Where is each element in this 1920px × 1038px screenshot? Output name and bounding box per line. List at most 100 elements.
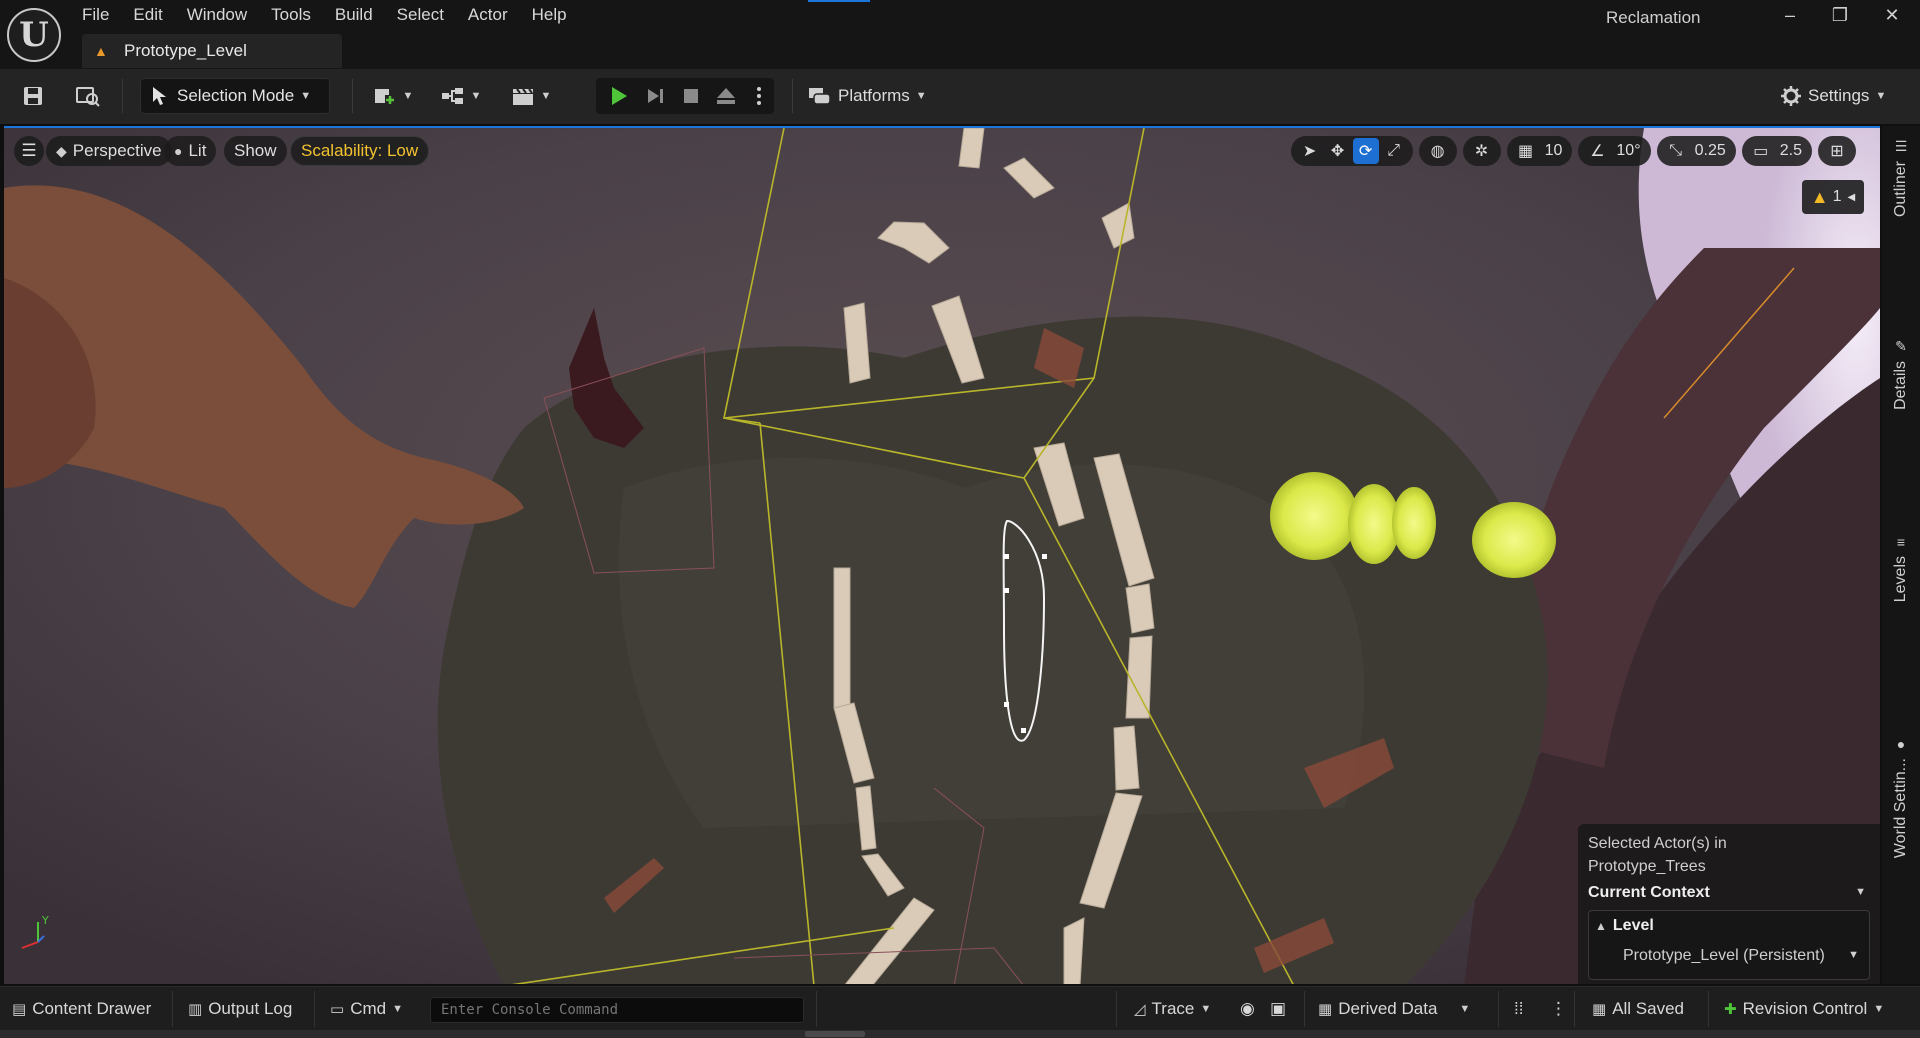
- all-saved-button[interactable]: ▦ All Saved: [1592, 993, 1684, 1025]
- selected-actors-folder: Prototype_Trees: [1588, 858, 1706, 875]
- rotate-tool-icon[interactable]: ⟳: [1352, 138, 1379, 164]
- collapse-caret-icon[interactable]: ▼: [1855, 886, 1866, 898]
- side-panel-tabs: ☰ Outliner ✎ Details ≡ Levels ● World Se…: [1882, 126, 1920, 984]
- surface-snap-group: ✲: [1462, 136, 1501, 166]
- menu-file[interactable]: File: [70, 4, 121, 30]
- browse-icon[interactable]: [70, 78, 106, 114]
- trace-dropdown[interactable]: ◿ Trace ▼: [1134, 993, 1211, 1025]
- scalability-label: Scalability: Low: [301, 141, 419, 160]
- camera-speed-group[interactable]: ▭ 2.5: [1741, 136, 1812, 166]
- perspective-dropdown[interactable]: ◆ Perspective: [46, 136, 172, 166]
- coordinate-system-group: ◍: [1418, 136, 1457, 166]
- cube-icon: ◆: [56, 142, 67, 159]
- rotation-snap-group[interactable]: ∠ 10°: [1578, 136, 1651, 166]
- menu-select[interactable]: Select: [385, 4, 456, 30]
- close-icon[interactable]: ✕: [1872, 2, 1912, 28]
- chevron-down-icon: ▼: [1200, 1003, 1212, 1015]
- chevron-down-icon: ▼: [1848, 949, 1859, 961]
- minimize-icon[interactable]: –: [1770, 2, 1810, 28]
- transform-mode-group: ➤ ✥ ⟳ ⤢: [1290, 136, 1413, 166]
- unreal-logo-icon[interactable]: U: [7, 8, 61, 62]
- add-actor-icon: [374, 89, 395, 105]
- level-tab[interactable]: ▲ Prototype_Level: [82, 34, 342, 68]
- resize-handle[interactable]: [805, 1031, 865, 1037]
- platforms-label: Platforms: [838, 86, 910, 105]
- main-toolbar: Selection Mode ▼ ▼ ▼ ▼ Platforms ▼ Setti…: [0, 69, 1920, 124]
- menu-window[interactable]: Window: [175, 4, 259, 30]
- menu-edit[interactable]: Edit: [121, 4, 174, 30]
- menu-build[interactable]: Build: [323, 4, 385, 30]
- record-icon[interactable]: ◉: [1240, 993, 1255, 1025]
- settings-label: Settings: [1808, 86, 1870, 105]
- play-icon[interactable]: [604, 78, 634, 114]
- menu-bar: File Edit Window Tools Build Select Acto…: [70, 4, 579, 30]
- scale-snap-icon: ⤡: [1669, 142, 1683, 159]
- output-log-button[interactable]: ▥ Output Log: [188, 993, 292, 1025]
- content-drawer-button[interactable]: ▤ Content Drawer: [12, 993, 151, 1025]
- level-tab-label: Prototype_Level: [124, 41, 247, 60]
- surface-snap-icon[interactable]: ✲: [1469, 138, 1495, 164]
- platforms-icon: [809, 88, 831, 105]
- tab-world-settings[interactable]: ● World Settin...: [1882, 736, 1920, 858]
- grid-size-value: 10: [1544, 142, 1563, 159]
- world-space-icon[interactable]: ◍: [1425, 138, 1451, 164]
- lit-dropdown[interactable]: ● Lit: [164, 136, 217, 166]
- warning-count: 1: [1832, 188, 1842, 205]
- revision-control-dropdown[interactable]: ✚ Revision Control ▼: [1724, 993, 1884, 1025]
- more-options-icon[interactable]: ⋮: [1550, 993, 1567, 1025]
- menu-actor[interactable]: Actor: [456, 4, 520, 30]
- cursor-icon: [153, 87, 166, 105]
- screenshot-icon[interactable]: ▣: [1270, 993, 1286, 1025]
- save-icon[interactable]: [16, 78, 50, 114]
- show-dropdown[interactable]: Show: [224, 136, 287, 166]
- toolbar-divider: [352, 79, 353, 113]
- viewport-menu-icon[interactable]: ☰: [14, 136, 44, 166]
- add-actor-button[interactable]: ▼: [368, 78, 418, 114]
- menu-tools[interactable]: Tools: [259, 4, 323, 30]
- step-icon[interactable]: [640, 78, 670, 114]
- save-status-icon: ▦: [1592, 1001, 1607, 1018]
- log-icon: ▥: [188, 1001, 203, 1018]
- level-context-box: ▲ Level Prototype_Level (Persistent) ▼: [1588, 910, 1870, 980]
- eject-icon[interactable]: [710, 78, 742, 114]
- scalability-warning[interactable]: Scalability: Low: [290, 136, 430, 166]
- current-level-dropdown[interactable]: Prototype_Level (Persistent): [1623, 947, 1825, 965]
- selected-actors-text: Selected Actor(s) in: [1588, 835, 1727, 852]
- pencil-icon: ✎: [1895, 338, 1907, 354]
- selection-mode-dropdown[interactable]: Selection Mode ▼: [140, 78, 330, 114]
- scale-tool-icon[interactable]: ⤢: [1381, 138, 1407, 164]
- grid-snap-icon: ▦: [1518, 143, 1534, 160]
- layout-grid-icon[interactable]: ⊞: [1824, 138, 1850, 164]
- level-viewport[interactable]: ☰ ◆ Perspective ● Lit Show Scalability: …: [4, 126, 1880, 984]
- selection-mode-label: Selection Mode: [177, 86, 295, 105]
- blueprints-button[interactable]: ▼: [436, 78, 486, 114]
- clapperboard-icon: [512, 88, 533, 105]
- levels-icon: ≡: [1896, 534, 1906, 550]
- map-check-warning-button[interactable]: ▲ 1 ◀: [1802, 180, 1864, 214]
- derived-data-dropdown[interactable]: ▦ Derived Data ▼: [1318, 993, 1470, 1025]
- more-options-icon[interactable]: [748, 78, 770, 114]
- platforms-dropdown[interactable]: Platforms ▼: [808, 78, 938, 114]
- level-context-header: ▲ Level: [1595, 917, 1654, 934]
- derived-data-icon: ▦: [1318, 1001, 1333, 1018]
- stop-icon[interactable]: [676, 78, 706, 114]
- tab-details[interactable]: ✎ Details: [1882, 338, 1920, 410]
- move-tool-icon[interactable]: ✥: [1325, 138, 1351, 164]
- level-icon: ▲: [1595, 919, 1607, 933]
- console-command-input[interactable]: [430, 997, 804, 1023]
- restore-icon[interactable]: ❐: [1820, 2, 1860, 28]
- cmd-dropdown[interactable]: ▭ Cmd ▼: [330, 993, 403, 1025]
- grid-snap-group[interactable]: ▦ 10: [1506, 136, 1573, 166]
- tab-outliner[interactable]: ☰ Outliner: [1882, 138, 1920, 217]
- source-control-status-icon[interactable]: ⁞⁞: [1514, 993, 1523, 1025]
- chevron-left-icon: ◀: [1847, 191, 1856, 203]
- level-icon: ▲: [94, 43, 108, 59]
- scale-snap-group[interactable]: ⤡ 0.25: [1656, 136, 1736, 166]
- settings-dropdown[interactable]: Settings ▼: [1780, 78, 1900, 114]
- perspective-label: Perspective: [72, 141, 162, 160]
- tab-levels[interactable]: ≡ Levels: [1882, 534, 1920, 602]
- select-tool-icon[interactable]: ➤: [1297, 138, 1323, 164]
- cinematics-button[interactable]: ▼: [506, 78, 556, 114]
- menu-help[interactable]: Help: [520, 4, 579, 30]
- lit-label: Lit: [188, 141, 207, 160]
